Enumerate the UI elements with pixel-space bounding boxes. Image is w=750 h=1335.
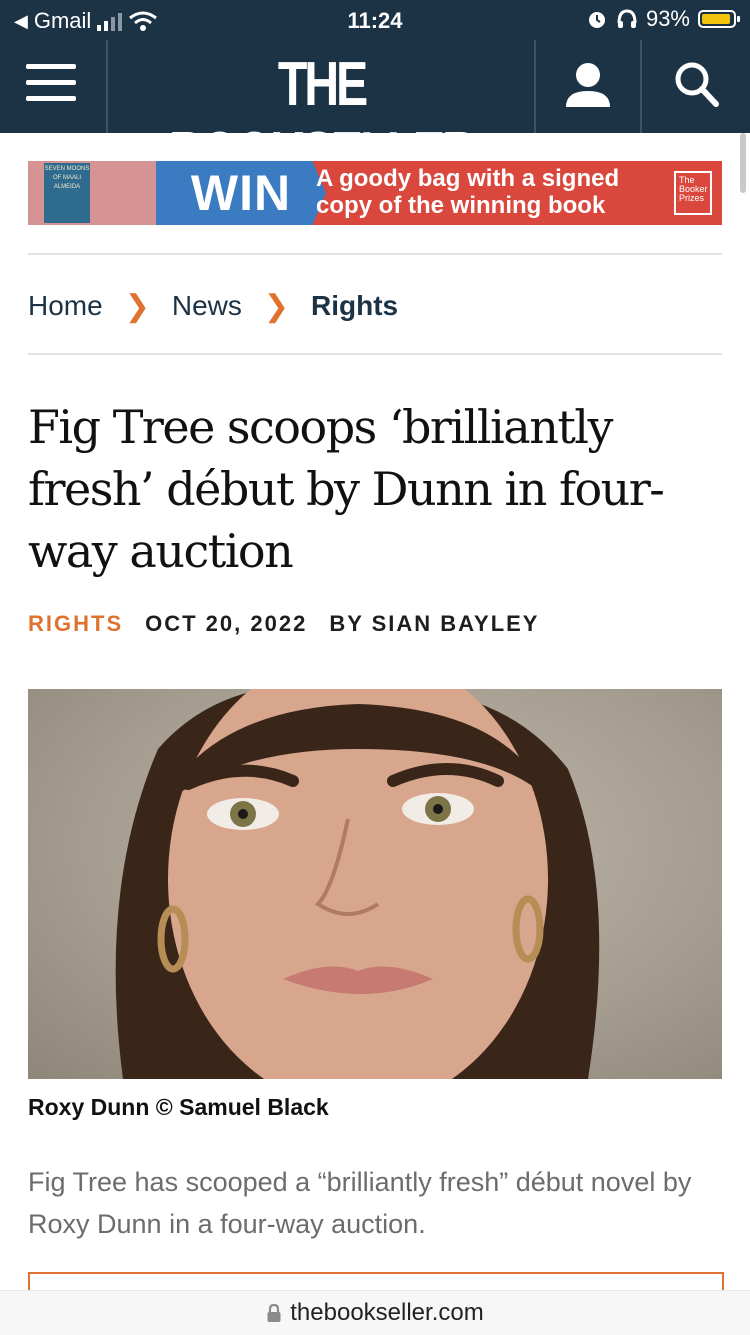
nav-divider — [534, 40, 536, 133]
book-cover-area: SEVEN MOONS OF MAALI ALMEIDA — [28, 161, 163, 225]
win-label: WIN — [156, 161, 326, 225]
banner-message: A goody bag with a signed copy of the wi… — [316, 165, 676, 219]
breadcrumb-news[interactable]: News — [172, 290, 242, 322]
breadcrumb-rights[interactable]: Rights — [311, 290, 398, 322]
alarm-icon — [588, 12, 605, 28]
battery-icon — [698, 10, 740, 28]
banner-message-line1: A goody bag with a signed — [316, 165, 620, 192]
site-header: ◀ Gmail 11:24 93% THE BOOKSELLER — [0, 0, 750, 189]
status-right: 93% — [586, 6, 740, 32]
lock-icon — [267, 1303, 281, 1322]
nav-bar: THE BOOKSELLER — [0, 40, 750, 189]
article-date: OCT 20, 2022 — [145, 611, 308, 636]
nav-divider — [640, 40, 642, 133]
chevron-right-icon: ❯ — [263, 289, 289, 323]
menu-button[interactable] — [26, 58, 80, 112]
article-category[interactable]: RIGHTS — [28, 611, 123, 637]
promo-banner[interactable]: SEVEN MOONS OF MAALI ALMEIDA WIN A goody… — [28, 161, 722, 225]
article-meta: RIGHTS OCT 20, 2022 BY SIAN BAYLEY — [28, 611, 539, 637]
banner-message-line2: copy of the winning book — [316, 192, 606, 219]
portrait-illustration — [115, 689, 600, 1079]
battery-percent: 93% — [645, 6, 690, 31]
breadcrumb: Home ❯ News ❯ Rights — [28, 286, 398, 326]
nav-divider — [106, 40, 108, 133]
status-bar: ◀ Gmail 11:24 93% — [0, 0, 750, 40]
author-photo — [28, 689, 722, 1079]
chevron-right-icon: ❯ — [124, 289, 150, 323]
url-text: thebookseller.com — [290, 1299, 484, 1326]
book-cover: SEVEN MOONS OF MAALI ALMEIDA — [44, 163, 90, 223]
photo-caption: Roxy Dunn © Samuel Black — [28, 1094, 329, 1120]
headphones-icon — [617, 9, 637, 28]
browser-url-bar[interactable]: thebookseller.com — [0, 1290, 750, 1335]
url-display: thebookseller.com — [0, 1299, 750, 1327]
breadcrumb-home[interactable]: Home — [28, 290, 103, 322]
account-button[interactable] — [560, 55, 616, 115]
search-button[interactable] — [668, 54, 724, 114]
article-title: Fig Tree scoops ‘brilliantly fresh’ débu… — [28, 400, 665, 578]
scrollbar[interactable] — [740, 133, 746, 193]
user-icon — [566, 63, 610, 107]
divider — [28, 253, 722, 255]
booker-prizes-logo: The Booker Prizes — [674, 171, 712, 215]
search-icon — [675, 62, 719, 107]
article-byline[interactable]: BY SIAN BAYLEY — [329, 611, 539, 637]
article-lede: Fig Tree has scooped a “brilliantly fres… — [28, 1167, 692, 1239]
divider — [28, 353, 722, 355]
